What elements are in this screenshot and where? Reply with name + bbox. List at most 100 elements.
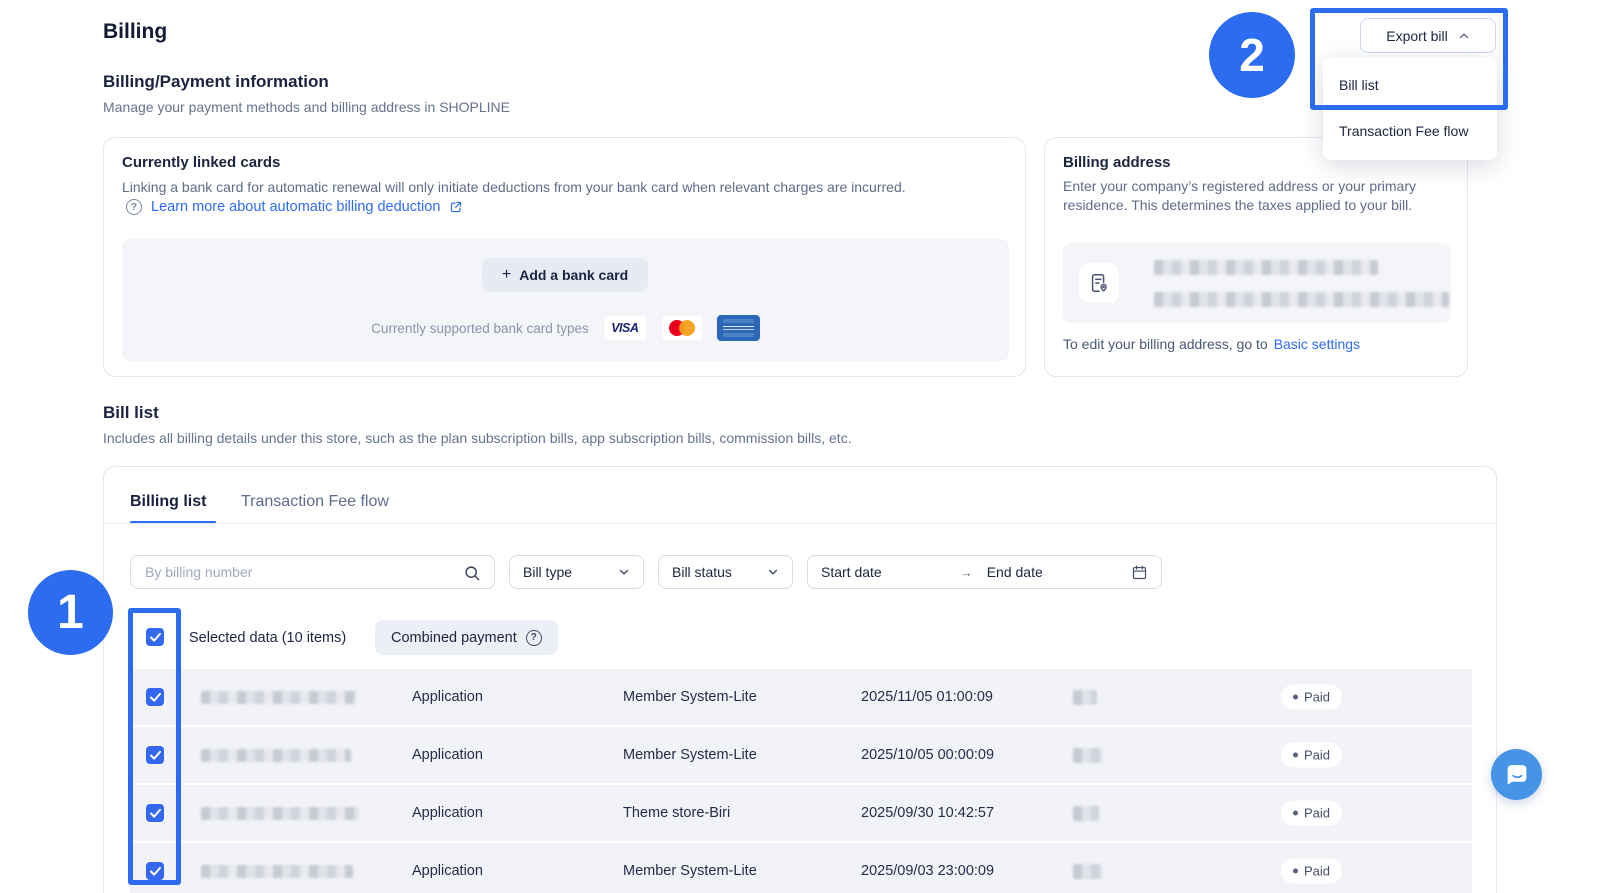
table-row: Application Member System-Lite 2025/11/0… (130, 669, 1472, 725)
search-icon[interactable] (463, 564, 481, 582)
tabs-divider (104, 523, 1496, 524)
status-badge: Paid (1281, 801, 1342, 826)
supported-cards-row: Currently supported bank card types VISA (122, 315, 1009, 341)
payment-info-subheading: Manage your payment methods and billing … (103, 99, 510, 115)
row-checkbox[interactable] (146, 688, 164, 706)
table-row: Application Member System-Lite 2025/10/0… (130, 727, 1472, 783)
selected-data-label: Selected data (10 items) (189, 630, 346, 646)
question-glyph: ? (131, 202, 137, 213)
row-time: 2025/10/05 00:00:09 (861, 747, 994, 763)
amount-redacted (1073, 690, 1097, 705)
chevron-up-icon (1458, 30, 1470, 42)
menu-item-label: Bill list (1339, 77, 1379, 93)
billing-number-redacted (201, 865, 353, 878)
row-checkbox[interactable] (146, 862, 164, 880)
tab-transaction-fee-flow[interactable]: Transaction Fee flow (241, 493, 389, 511)
status-label: Paid (1304, 806, 1330, 821)
range-arrow-icon: → (960, 565, 973, 580)
row-checkbox[interactable] (146, 746, 164, 764)
status-dot-icon (1293, 811, 1298, 816)
chat-bubble-icon (1503, 761, 1530, 788)
billing-number-redacted (201, 691, 356, 704)
select-all-checkbox[interactable] (146, 628, 164, 646)
address-line-2-redacted (1154, 292, 1449, 307)
status-dot-icon (1293, 869, 1298, 874)
end-date-label: End date (987, 564, 1043, 580)
amex-art (723, 319, 754, 337)
mastercard-orange-circle (679, 320, 695, 336)
status-label: Paid (1304, 748, 1330, 763)
tab-billing-list[interactable]: Billing list (130, 493, 206, 511)
bill-list-heading: Bill list (103, 403, 159, 423)
status-label: Paid (1304, 690, 1330, 705)
status-badge: Paid (1281, 859, 1342, 884)
check-icon (150, 633, 161, 642)
bill-type-label: Bill type (523, 564, 572, 580)
linked-cards-description: Linking a bank card for automatic renewa… (122, 179, 906, 195)
chat-launcher-button[interactable] (1491, 749, 1542, 800)
edit-address-row: To edit your billing address, go to Basi… (1063, 336, 1360, 352)
export-bill-button[interactable]: Export bill (1360, 18, 1496, 53)
row-product: Theme store-Biri (623, 805, 730, 821)
bill-status-label: Bill status (672, 564, 732, 580)
table-row: Application Member System-Lite 2025/09/0… (130, 843, 1472, 893)
annotation-step-2: 2 (1209, 12, 1295, 98)
mastercard-icon (661, 315, 703, 341)
bill-list-subheading: Includes all billing details under this … (103, 430, 852, 446)
annotation-step-2-number: 2 (1239, 28, 1265, 82)
amount-redacted (1073, 806, 1099, 821)
table-row: Application Theme store-Biri 2025/09/30 … (130, 785, 1472, 841)
add-bank-card-button[interactable]: + Add a bank card (482, 258, 648, 292)
status-label: Paid (1304, 864, 1330, 879)
start-date-label: Start date (821, 564, 882, 580)
bill-status-select[interactable]: Bill status (658, 555, 793, 589)
question-circle-icon: ? (126, 199, 142, 215)
bill-type-select[interactable]: Bill type (509, 555, 644, 589)
linked-cards-title: Currently linked cards (122, 154, 280, 171)
row-bill-type: Application (412, 805, 483, 821)
billing-address-description: Enter your company’s registered address … (1063, 177, 1453, 214)
learn-more-link[interactable]: Learn more about automatic billing deduc… (151, 199, 440, 215)
linked-cards-card: Currently linked cards Linking a bank ca… (103, 137, 1026, 377)
calendar-icon (1131, 564, 1148, 581)
plus-icon: + (502, 267, 511, 283)
billing-address-card: Billing address Enter your company’s reg… (1044, 137, 1468, 377)
payment-info-heading: Billing/Payment information (103, 72, 329, 92)
search-input[interactable] (131, 556, 494, 588)
visa-card-icon: VISA (603, 315, 647, 341)
external-link-icon (449, 200, 463, 214)
row-time: 2025/11/05 01:00:09 (861, 689, 993, 705)
billing-page: Billing Billing/Payment information Mana… (0, 0, 1600, 893)
address-line-1-redacted (1154, 260, 1378, 275)
basic-settings-link[interactable]: Basic settings (1274, 336, 1360, 352)
chevron-down-icon (618, 566, 630, 578)
export-bill-label: Export bill (1386, 28, 1447, 44)
add-bank-card-label: Add a bank card (519, 267, 628, 283)
annotation-step-1-number: 1 (57, 585, 84, 640)
row-bill-type: Application (412, 863, 483, 879)
row-time: 2025/09/30 10:42:57 (861, 805, 994, 821)
address-icon-tile (1079, 263, 1119, 303)
status-badge: Paid (1281, 743, 1342, 768)
row-bill-type: Application (412, 689, 483, 705)
row-checkbox[interactable] (146, 804, 164, 822)
billing-number-search[interactable] (130, 555, 495, 589)
document-location-icon (1088, 272, 1110, 294)
bill-list-card: Billing list Transaction Fee flow Bill t… (103, 466, 1497, 893)
combined-payment-button[interactable]: Combined payment ? (375, 620, 558, 655)
question-circle-icon: ? (526, 630, 542, 646)
export-menu-item-transaction-fee-flow[interactable]: Transaction Fee flow (1323, 108, 1497, 154)
page-title: Billing (103, 20, 167, 44)
row-time: 2025/09/03 23:00:09 (861, 863, 994, 879)
billing-number-redacted (201, 807, 359, 820)
linked-cards-panel: + Add a bank card Currently supported ba… (122, 239, 1009, 361)
export-menu-item-bill-list[interactable]: Bill list (1323, 62, 1497, 108)
date-range-picker[interactable]: Start date → End date (807, 555, 1162, 589)
billing-address-title: Billing address (1063, 154, 1171, 171)
row-product: Member System-Lite (623, 747, 757, 763)
export-dropdown-menu: Bill list Transaction Fee flow (1323, 57, 1497, 160)
question-glyph: ? (531, 632, 537, 643)
row-product: Member System-Lite (623, 863, 757, 879)
row-bill-type: Application (412, 747, 483, 763)
status-badge: Paid (1281, 685, 1342, 710)
